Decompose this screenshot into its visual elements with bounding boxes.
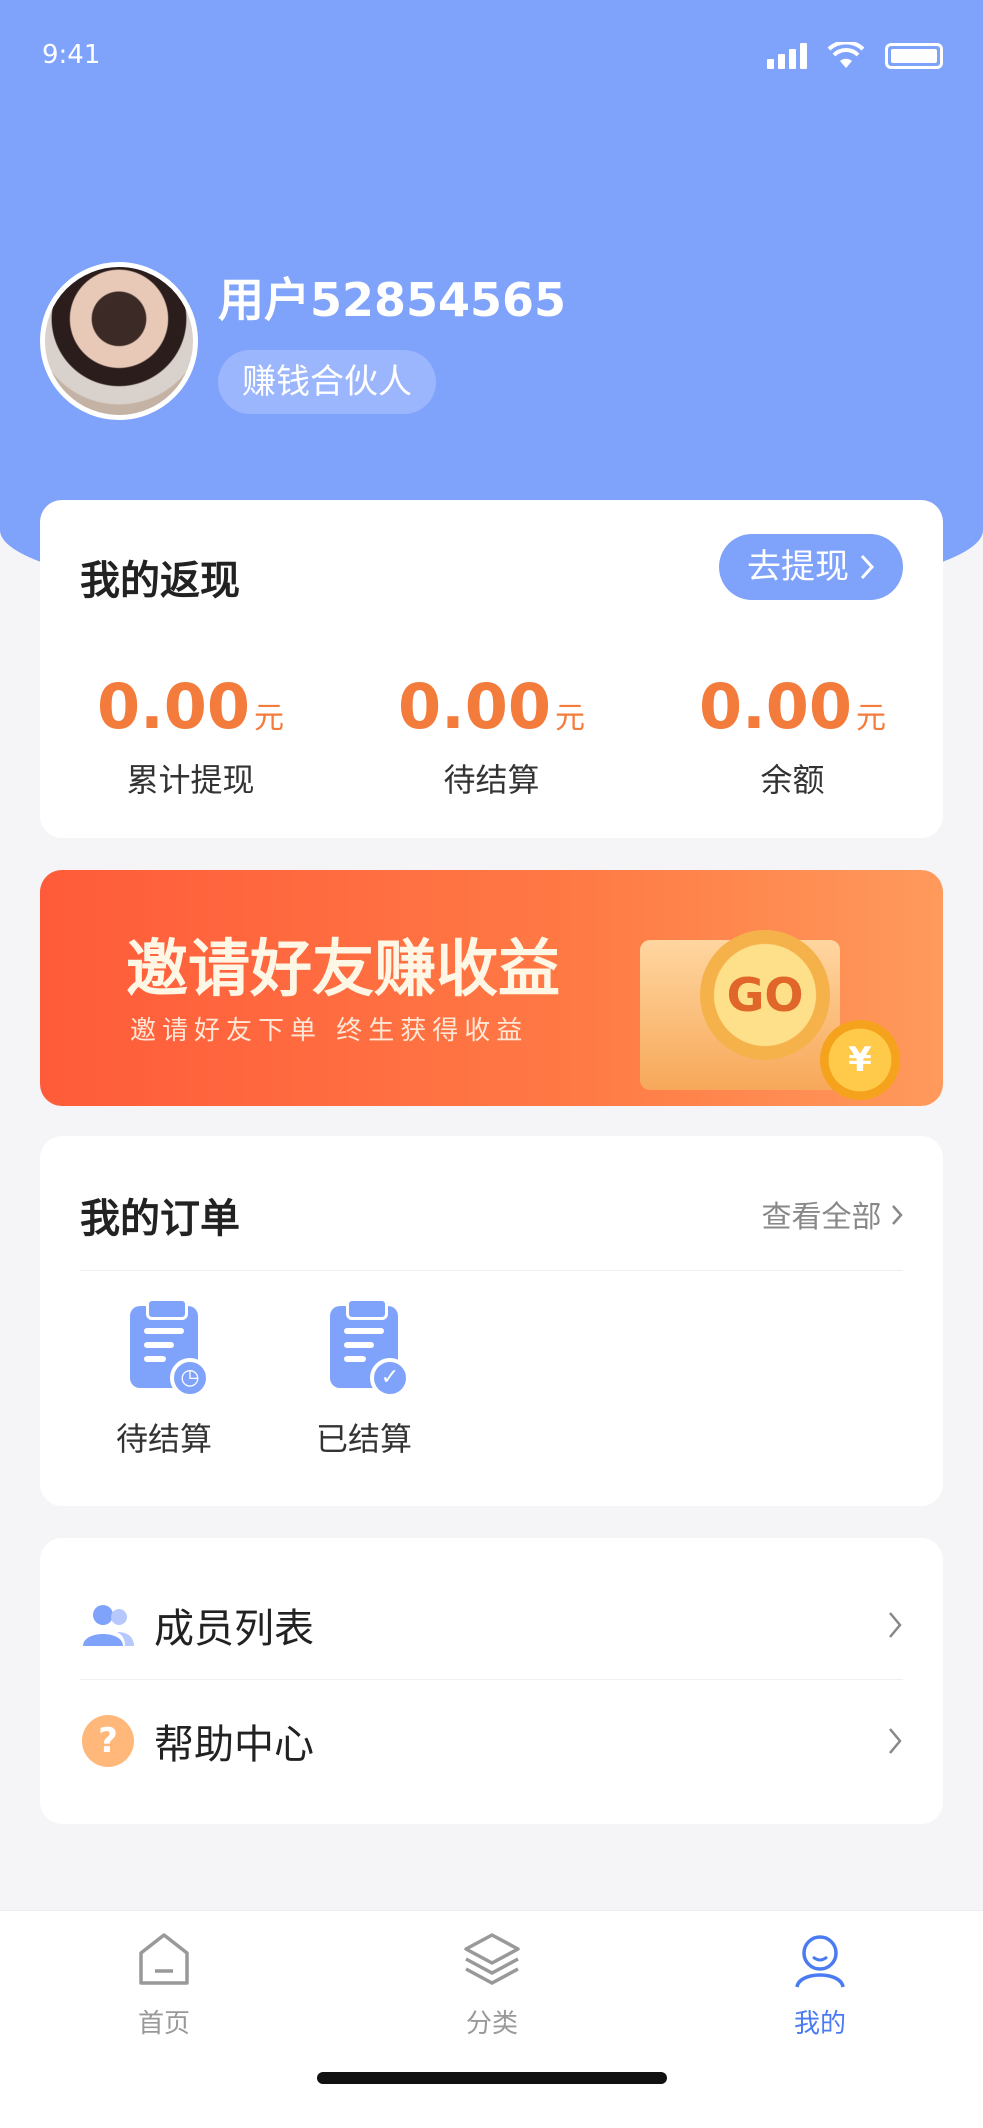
- coin-icon: ¥: [820, 1020, 900, 1100]
- invite-banner[interactable]: 邀请好友赚收益 邀请好友下单 终生获得收益 GO ¥: [40, 870, 943, 1106]
- help-icon: ?: [80, 1713, 136, 1769]
- tab-category[interactable]: 分类: [412, 1931, 572, 2040]
- menu-card: 成员列表 ? 帮助中心: [40, 1538, 943, 1824]
- stat-value: 0.00: [699, 670, 852, 743]
- role-badge: 赚钱合伙人: [218, 350, 436, 414]
- stat-pending[interactable]: 0.00 元 待结算: [341, 670, 642, 801]
- chevron-right-icon: [889, 1728, 902, 1754]
- chevron-right-icon: [889, 1611, 902, 1638]
- stat-value: 0.00: [398, 670, 551, 743]
- avatar[interactable]: [40, 262, 198, 420]
- cashback-stats: 0.00 元 累计提现 0.00 元 待结算 0.00 元 余额: [40, 670, 943, 801]
- stat-value: 0.00: [97, 670, 250, 743]
- battery-icon: [885, 43, 943, 69]
- chevron-right-icon: [860, 554, 875, 580]
- banner-title: 邀请好友赚收益: [126, 932, 561, 1005]
- view-all-link[interactable]: 查看全部: [761, 1192, 903, 1236]
- tab-label: 分类: [465, 2009, 518, 2039]
- username: 用户52854565: [218, 273, 567, 327]
- order-pending[interactable]: ◷ 待结算: [94, 1298, 234, 1460]
- withdraw-button[interactable]: 去提现: [719, 534, 903, 600]
- orders-title: 我的订单: [80, 1196, 240, 1242]
- stat-unit: 元: [554, 701, 585, 736]
- status-time: 9:41: [42, 40, 101, 70]
- home-indicator: [317, 2072, 667, 2084]
- tab-home[interactable]: 首页: [84, 1931, 244, 2040]
- stat-total-withdrawn[interactable]: 0.00 元 累计提现: [40, 670, 341, 801]
- order-label: 已结算: [315, 1420, 412, 1458]
- clock-clipboard-icon: ◷: [130, 1298, 210, 1398]
- menu-item-help[interactable]: ? 帮助中心: [80, 1686, 903, 1796]
- tab-bar: 首页 分类 我的: [0, 1910, 983, 2128]
- view-all-label: 查看全部: [761, 1200, 882, 1235]
- stat-label: 累计提现: [126, 761, 255, 799]
- cashback-card: 我的返现 去提现 0.00 元 累计提现 0.00 元 待结算 0.00 元 余额: [40, 500, 943, 838]
- withdraw-label: 去提现: [747, 547, 849, 587]
- tab-label: 我的: [793, 2009, 846, 2039]
- orders-card: 我的订单 查看全部 ◷ 待结算 ✓ 已结算: [40, 1136, 943, 1506]
- stat-label: 余额: [760, 761, 825, 799]
- banner-subtitle: 邀请好友下单 终生获得收益: [130, 1016, 529, 1046]
- divider: [80, 1270, 903, 1271]
- go-badge: GO: [700, 930, 830, 1060]
- menu-label: 成员列表: [154, 1605, 314, 1652]
- tab-label: 首页: [137, 2009, 190, 2039]
- home-icon: [139, 1933, 189, 1985]
- status-bar: 9:41: [0, 0, 983, 110]
- menu-item-members[interactable]: 成员列表: [80, 1570, 903, 1680]
- signal-icon: [767, 43, 807, 69]
- menu-label: 帮助中心: [154, 1722, 314, 1768]
- tab-mine[interactable]: 我的: [740, 1931, 900, 2040]
- chevron-right-icon: [892, 1205, 903, 1225]
- check-clipboard-icon: ✓: [330, 1298, 410, 1398]
- stat-unit: 元: [253, 701, 284, 736]
- order-settled[interactable]: ✓ 已结算: [294, 1298, 434, 1460]
- stat-balance[interactable]: 0.00 元 余额: [642, 670, 943, 801]
- order-label: 待结算: [115, 1420, 212, 1458]
- user-icon: [795, 1935, 845, 1988]
- stat-unit: 元: [855, 701, 886, 736]
- stat-label: 待结算: [443, 761, 540, 799]
- status-icons: [767, 42, 943, 70]
- cashback-title: 我的返现: [80, 558, 240, 604]
- wifi-icon: [827, 42, 865, 68]
- members-icon: [80, 1597, 136, 1653]
- layers-icon: [464, 1933, 520, 1985]
